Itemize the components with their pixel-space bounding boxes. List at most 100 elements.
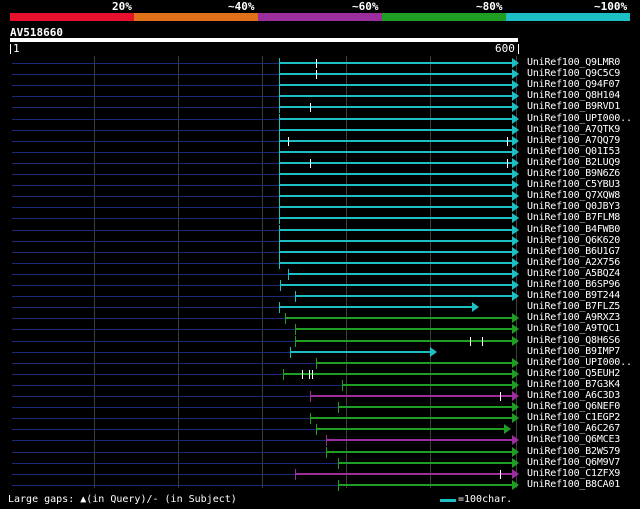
alignment-bar[interactable] xyxy=(279,206,512,208)
hit-label-link[interactable]: UniRef100_Q5EUH2 xyxy=(527,368,620,379)
alignment-bar[interactable] xyxy=(279,173,512,175)
alignment-bar[interactable] xyxy=(279,184,512,186)
alignment-bar[interactable] xyxy=(279,151,512,153)
alignment-bar[interactable] xyxy=(310,417,512,419)
alignment-bar[interactable] xyxy=(288,273,512,275)
gap-mark xyxy=(500,470,501,479)
gap-mark xyxy=(482,337,483,346)
hit-label-link[interactable]: UniRef100_Q7XQW8 xyxy=(527,190,620,201)
unaligned-track xyxy=(12,440,326,441)
hit-row[interactable]: UniRef100_B9RVD1 xyxy=(0,101,640,113)
alignment-bar[interactable] xyxy=(279,118,512,120)
alignment-bar[interactable] xyxy=(279,195,512,197)
hit-label-link[interactable]: UniRef100_Q6M9V7 xyxy=(527,457,620,468)
alignment-bar[interactable] xyxy=(326,451,512,453)
hit-label-link[interactable]: UniRef100_B7FLZ5 xyxy=(527,301,620,312)
hit-label-link[interactable]: UniRef100_A5BQZ4 xyxy=(527,268,620,279)
hit-label-link[interactable]: UniRef100_B2WS79 xyxy=(527,446,620,457)
alignment-bar[interactable] xyxy=(326,439,512,441)
hit-label-link[interactable]: UniRef100_Q6K620 xyxy=(527,235,620,246)
hit-label-link[interactable]: UniRef100_C1EGP2 xyxy=(527,412,620,423)
alignment-arrow-icon xyxy=(472,302,479,312)
hit-label-link[interactable]: UniRef100_A9RXZ3 xyxy=(527,312,620,323)
alignment-bar[interactable] xyxy=(279,140,512,142)
hit-label-link[interactable]: UniRef100_A7QTK9 xyxy=(527,124,620,135)
hit-label-link[interactable]: UniRef100_UPI000.. xyxy=(527,113,632,124)
alignment-bar[interactable] xyxy=(295,473,512,475)
hit-label-link[interactable]: UniRef100_B9IMP7 xyxy=(527,346,620,357)
unaligned-track xyxy=(12,174,279,175)
hit-label-link[interactable]: UniRef100_UPI000.. xyxy=(527,357,632,368)
alignment-bar[interactable] xyxy=(338,462,512,464)
alignment-bar[interactable] xyxy=(342,384,512,386)
gap-legend: Large gaps: ▲(in Query)/- (in Subject) xyxy=(8,494,237,505)
alignment-bar[interactable] xyxy=(338,484,512,486)
hit-label-link[interactable]: UniRef100_B7FLM8 xyxy=(527,212,620,223)
alignment-arrow-icon xyxy=(512,402,519,412)
alignment-arrow-icon xyxy=(512,469,519,479)
alignment-bar[interactable] xyxy=(283,373,512,375)
hit-label-link[interactable]: UniRef100_B8CA01 xyxy=(527,479,620,490)
hit-label-link[interactable]: UniRef100_B6U1G7 xyxy=(527,246,620,257)
alignment-bar[interactable] xyxy=(338,406,512,408)
alignment-bar[interactable] xyxy=(279,73,512,75)
hit-label-link[interactable]: UniRef100_A7QQ79 xyxy=(527,135,620,146)
alignment-bar[interactable] xyxy=(295,295,512,297)
unaligned-track xyxy=(12,296,295,297)
hit-label-link[interactable]: UniRef100_Q9C5C9 xyxy=(527,68,620,79)
hit-label-link[interactable]: UniRef100_B2LUQ9 xyxy=(527,157,620,168)
alignment-arrow-icon xyxy=(512,58,519,68)
unaligned-track xyxy=(12,385,342,386)
alignment-arrow-icon xyxy=(512,358,519,368)
alignment-bar[interactable] xyxy=(279,106,512,108)
alignment-bar[interactable] xyxy=(279,84,512,86)
hit-label-link[interactable]: UniRef100_Q6NEF0 xyxy=(527,401,620,412)
hit-label-link[interactable]: UniRef100_B9T244 xyxy=(527,290,620,301)
alignment-bar[interactable] xyxy=(279,62,512,64)
hit-label-link[interactable]: UniRef100_B4FWB0 xyxy=(527,224,620,235)
hit-label-link[interactable]: UniRef100_Q9LMR0 xyxy=(527,57,620,68)
hit-label-link[interactable]: UniRef100_C5YBU3 xyxy=(527,179,620,190)
hit-label-link[interactable]: UniRef100_C1ZFX9 xyxy=(527,468,620,479)
alignment-arrow-icon xyxy=(512,169,519,179)
alignment-bar[interactable] xyxy=(279,306,472,308)
alignment-bar[interactable] xyxy=(290,351,430,353)
hit-row[interactable]: UniRef100_Q6MCE3 xyxy=(0,434,640,446)
hit-label-link[interactable]: UniRef100_Q6MCE3 xyxy=(527,434,620,445)
hit-label-link[interactable]: UniRef100_B9RVD1 xyxy=(527,101,620,112)
alignment-bar[interactable] xyxy=(279,162,512,164)
alignment-bar[interactable] xyxy=(279,229,512,231)
hit-label-link[interactable]: UniRef100_Q8H104 xyxy=(527,90,620,101)
unaligned-track xyxy=(12,119,279,120)
hit-label-link[interactable]: UniRef100_Q01I53 xyxy=(527,146,620,157)
alignment-bar[interactable] xyxy=(295,340,512,342)
alignment-bar[interactable] xyxy=(279,95,512,97)
alignment-bar[interactable] xyxy=(316,362,512,364)
alignment-bar[interactable] xyxy=(279,262,512,264)
hit-row[interactable]: UniRef100_A9TQC1 xyxy=(0,323,640,335)
hit-label-link[interactable]: UniRef100_Q94F07 xyxy=(527,79,620,90)
alignment-bar[interactable] xyxy=(279,240,512,242)
alignment-bar[interactable] xyxy=(279,251,512,253)
alignment-bar[interactable] xyxy=(316,428,504,430)
hit-label-link[interactable]: UniRef100_Q8H6S6 xyxy=(527,335,620,346)
hit-label-link[interactable]: UniRef100_B9N6Z6 xyxy=(527,168,620,179)
hit-row[interactable]: UniRef100_B8CA01 xyxy=(0,479,640,491)
alignment-bar[interactable] xyxy=(295,328,512,330)
hit-label-link[interactable]: UniRef100_A6C3D3 xyxy=(527,390,620,401)
alignment-bar[interactable] xyxy=(310,395,512,397)
hit-label-link[interactable]: UniRef100_B6SP96 xyxy=(527,279,620,290)
alignment-bar[interactable] xyxy=(280,284,512,286)
hit-label-link[interactable]: UniRef100_A6C267 xyxy=(527,423,620,434)
hit-label-link[interactable]: UniRef100_Q0JBY3 xyxy=(527,201,620,212)
alignment-bar[interactable] xyxy=(285,317,512,319)
hit-label-link[interactable]: UniRef100_A9TQC1 xyxy=(527,323,620,334)
unaligned-track xyxy=(12,130,279,131)
hit-label-link[interactable]: UniRef100_A2X756 xyxy=(527,257,620,268)
hit-row[interactable]: UniRef100_B7FLM8 xyxy=(0,212,640,224)
alignment-arrow-icon xyxy=(512,136,519,146)
alignment-bar[interactable] xyxy=(279,129,512,131)
hit-label-link[interactable]: UniRef100_B7G3K4 xyxy=(527,379,620,390)
alignment-arrow-icon xyxy=(512,91,519,101)
alignment-bar[interactable] xyxy=(279,217,512,219)
